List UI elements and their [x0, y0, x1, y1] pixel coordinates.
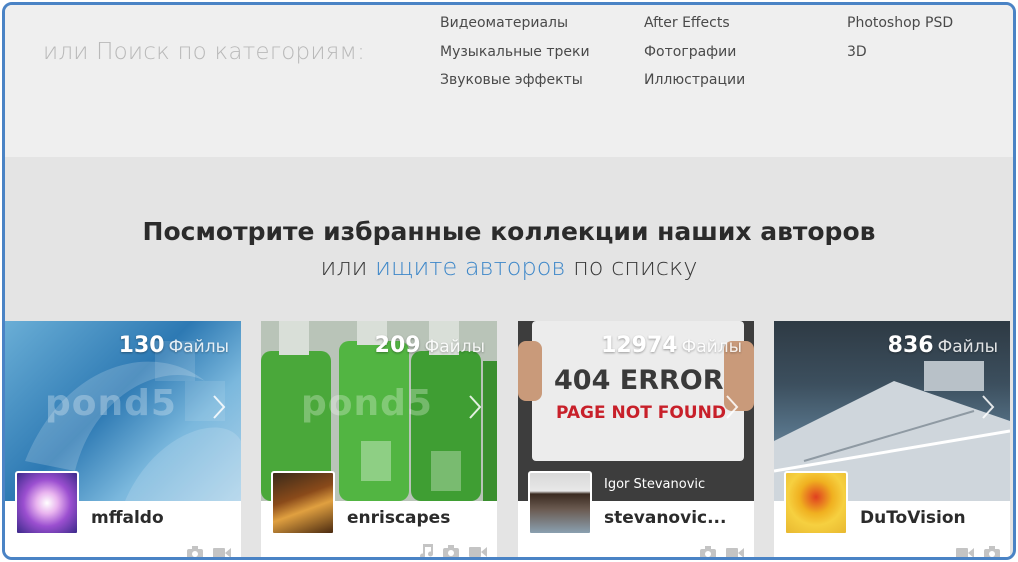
- featured-collections: Посмотрите избранные коллекции наших авт…: [5, 157, 1013, 557]
- file-count-number: 130: [118, 333, 165, 358]
- category-link-illustrations[interactable]: Иллюстрации: [644, 68, 745, 97]
- chevron-right-icon[interactable]: [467, 393, 483, 421]
- file-count: 209 Файлы: [375, 333, 485, 358]
- avatar[interactable]: [528, 471, 592, 535]
- author-username[interactable]: DuToVision: [860, 508, 966, 528]
- error-sign-line-1: 404 ERROR: [554, 365, 724, 396]
- music-note-icon: [420, 544, 433, 557]
- chevron-right-icon[interactable]: [724, 393, 740, 421]
- video-icon: [469, 546, 487, 557]
- camera-icon: [984, 546, 1000, 557]
- hand-left: [518, 341, 542, 401]
- media-type-icons: [187, 546, 231, 557]
- author-username[interactable]: enriscapes: [347, 508, 450, 528]
- page-frame: или Поиск по категориям: Видеоматериалы …: [2, 2, 1016, 560]
- media-type-icons: [956, 546, 1000, 557]
- camera-icon: [700, 546, 716, 557]
- file-count-unit: Файлы: [168, 337, 229, 357]
- category-column-2: After Effects Фотографии Иллюстрации: [644, 11, 745, 97]
- author-username[interactable]: mffaldo: [91, 508, 164, 528]
- file-count-unit: Файлы: [424, 337, 485, 357]
- media-type-icons: [420, 544, 487, 557]
- video-icon: [726, 547, 744, 557]
- file-count: 12974 Файлы: [601, 333, 742, 358]
- category-search-title: или Поиск по категориям:: [43, 39, 366, 65]
- category-link-sound-effects[interactable]: Звуковые эффекты: [440, 68, 590, 97]
- collection-card[interactable]: pond5 209 Файлы enriscapes: [261, 321, 497, 557]
- chevron-right-icon[interactable]: [211, 393, 227, 421]
- subheading-prefix: или: [320, 253, 368, 281]
- category-search: или Поиск по категориям: Видеоматериалы …: [5, 5, 1013, 157]
- subheading-suffix: по списку: [573, 253, 698, 281]
- camera-icon: [443, 545, 459, 557]
- search-authors-link[interactable]: ищите авторов: [375, 253, 565, 281]
- video-icon: [213, 547, 231, 557]
- category-column-1: Видеоматериалы Музыкальные треки Звуковы…: [440, 11, 590, 97]
- collection-card[interactable]: 836 Файлы DuToVision: [774, 321, 1010, 557]
- category-link-3d[interactable]: 3D: [847, 40, 953, 69]
- chevron-right-icon[interactable]: [980, 393, 996, 421]
- category-column-3: Photoshop PSD 3D: [847, 11, 953, 68]
- camera-icon: [187, 546, 203, 557]
- category-link-music[interactable]: Музыкальные треки: [440, 40, 590, 69]
- category-link-video[interactable]: Видеоматериалы: [440, 11, 590, 40]
- author-username[interactable]: stevanovic...: [604, 508, 726, 528]
- file-count-number: 209: [374, 333, 421, 358]
- file-count: 836 Файлы: [888, 333, 998, 358]
- category-link-photoshop-psd[interactable]: Photoshop PSD: [847, 11, 953, 40]
- featured-subheading: или ищите авторов по списку: [5, 253, 1013, 281]
- avatar[interactable]: [784, 471, 848, 535]
- file-count-number: 12974: [601, 333, 678, 358]
- file-count-unit: Файлы: [937, 337, 998, 357]
- category-link-photos[interactable]: Фотографии: [644, 40, 745, 69]
- avatar[interactable]: [271, 471, 335, 535]
- featured-heading: Посмотрите избранные коллекции наших авт…: [142, 217, 876, 246]
- media-type-icons: [700, 546, 744, 557]
- error-sign-line-2: PAGE NOT FOUND: [556, 403, 726, 423]
- avatar[interactable]: [15, 471, 79, 535]
- video-icon: [956, 547, 974, 557]
- collection-card[interactable]: pond5 130 Файлы mffaldo: [5, 321, 241, 557]
- collection-card[interactable]: 404 ERROR PAGE NOT FOUND 12974 Файлы Igor…: [518, 321, 754, 557]
- watermark: pond5: [301, 383, 433, 424]
- file-count-number: 836: [887, 333, 934, 358]
- file-count-unit: Файлы: [681, 337, 742, 357]
- author-fullname: Igor Stevanovic: [604, 477, 706, 492]
- category-link-after-effects[interactable]: After Effects: [644, 11, 745, 40]
- file-count: 130 Файлы: [119, 333, 229, 358]
- watermark: pond5: [45, 383, 177, 424]
